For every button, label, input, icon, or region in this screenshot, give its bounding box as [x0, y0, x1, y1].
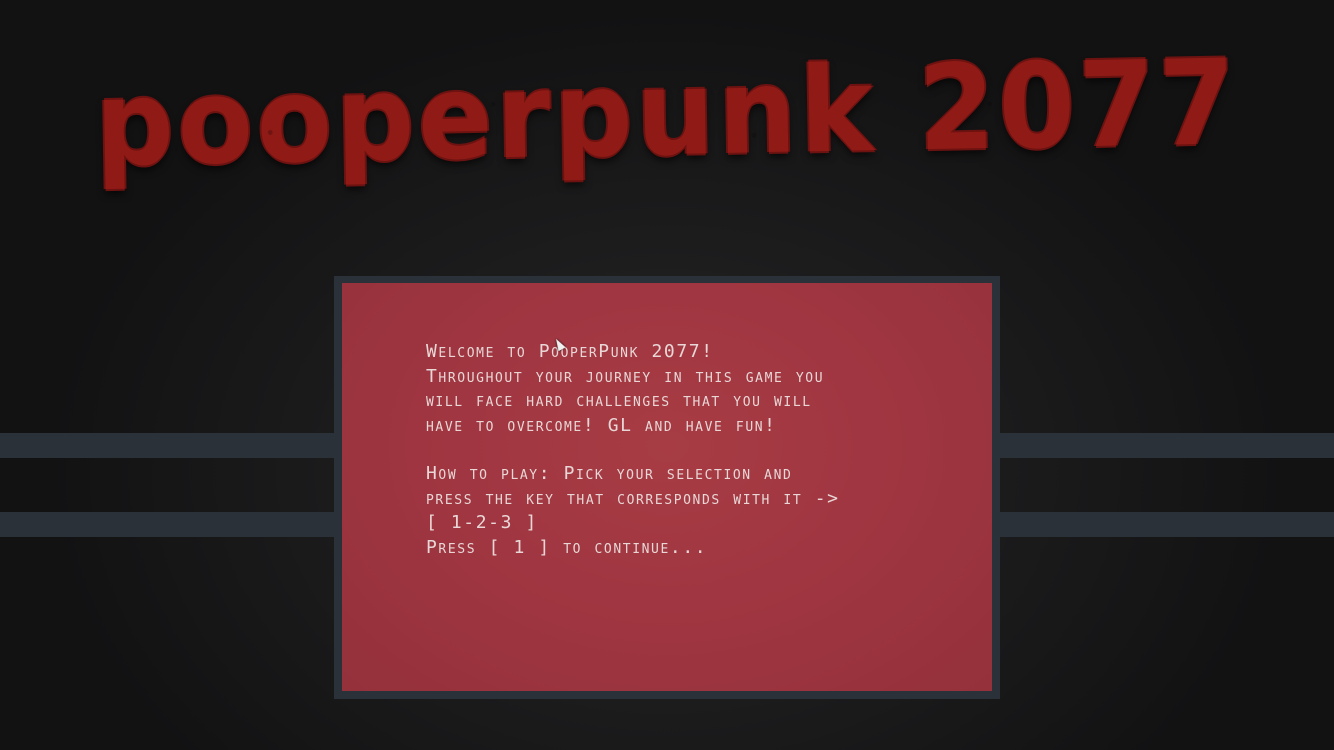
- how-to-play-line: How to play: Pick your selection and: [426, 463, 793, 484]
- dialog-panel: Welcome to PooperPunk 2077! Throughout y…: [342, 283, 992, 691]
- journey-line: Throughout your journey in this game you: [426, 365, 825, 387]
- text-spacer: [426, 438, 926, 462]
- dialog-text: Welcome to PooperPunk 2077! Throughout y…: [426, 340, 926, 560]
- game-title: PooperPunk 2077: [46, 26, 1289, 199]
- welcome-line: Welcome to PooperPunk 2077!: [426, 341, 714, 362]
- continue-prompt: Press [ 1 ] to continue...: [426, 536, 708, 558]
- dialog-frame: Welcome to PooperPunk 2077! Throughout y…: [334, 276, 1000, 699]
- key-instruction-line: press the key that corresponds with it -…: [426, 487, 840, 509]
- fun-line: have to overcome! GL and have fun!: [426, 414, 777, 436]
- key-options-line: [ 1-2-3 ]: [426, 512, 538, 533]
- challenge-line: will face hard challenges that you will: [426, 390, 812, 411]
